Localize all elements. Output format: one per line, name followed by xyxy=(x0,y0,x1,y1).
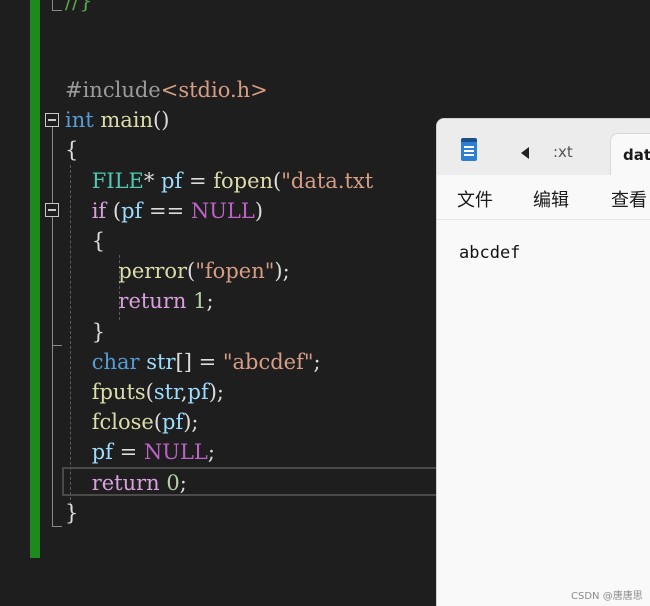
fold-line-top xyxy=(52,0,53,10)
code-line: } xyxy=(65,317,105,347)
code-token: pf xyxy=(187,380,209,404)
code-token: fclose xyxy=(91,410,154,434)
code-token: int xyxy=(65,108,101,132)
code-token: pf xyxy=(121,199,143,223)
menu-file[interactable]: 文件 xyxy=(457,186,493,212)
code-line: char str[] = "abcdef"; xyxy=(65,347,321,377)
code-token: str xyxy=(146,350,176,374)
code-token: "data.txt xyxy=(281,169,374,193)
code-token: } xyxy=(65,501,79,525)
collapse-if-icon[interactable] xyxy=(45,203,59,217)
code-token: ( xyxy=(273,169,282,193)
code-line: } xyxy=(65,498,78,528)
code-token: NULL xyxy=(190,199,255,223)
code-line: { xyxy=(65,135,78,165)
code-line: perror("fopen"); xyxy=(65,256,290,286)
code-token: NULL xyxy=(143,440,208,464)
code-token: ); xyxy=(208,380,225,404)
code-line: { xyxy=(65,226,105,256)
code-token: return xyxy=(118,289,187,313)
fold-line-if-end xyxy=(52,345,62,346)
code-token: pf xyxy=(91,440,113,464)
code-token: ; xyxy=(313,350,321,374)
code-line: fputs(str,pf); xyxy=(65,377,224,407)
code-line: return 0; xyxy=(65,468,187,498)
fold-line-main-end xyxy=(52,526,62,527)
code-token: ( xyxy=(106,199,122,223)
code-token: = xyxy=(112,440,144,464)
code-token: fputs xyxy=(91,380,146,404)
code-token: [] = xyxy=(175,350,223,374)
code-line: return 1; xyxy=(65,286,214,316)
code-token: #include xyxy=(65,78,161,102)
code-line: pf = NULL; xyxy=(65,437,215,467)
code-token: ); xyxy=(274,259,290,283)
code-token: fopen xyxy=(213,169,274,193)
notepad-menubar: 文件 编辑 查看 xyxy=(437,175,650,220)
code-token: "abcdef" xyxy=(222,350,314,374)
code-line: fclose(pf); xyxy=(65,407,199,437)
tab-data[interactable]: data xyxy=(610,133,650,176)
code-token: = xyxy=(182,169,214,193)
code-token: , xyxy=(180,380,188,404)
code-token: if xyxy=(91,199,107,223)
notepad-icon xyxy=(461,138,477,161)
code-token: == xyxy=(142,199,191,223)
code-token: ( xyxy=(153,410,163,434)
code-token: perror xyxy=(118,259,188,283)
code-token: str xyxy=(153,380,181,404)
fold-line-if xyxy=(52,217,53,345)
code-line: FILE* pf = fopen("data.txt xyxy=(65,166,374,196)
code-token: } xyxy=(65,320,106,344)
tab-data-label: data xyxy=(623,146,650,164)
comment-fragment: //} xyxy=(65,0,93,13)
code-token: 0 xyxy=(166,471,180,495)
code-token: "fopen" xyxy=(195,259,275,283)
code-token: * xyxy=(143,169,162,193)
menu-edit[interactable]: 编辑 xyxy=(533,186,569,212)
code-token: 1 xyxy=(193,289,207,313)
code-token: char xyxy=(91,350,140,374)
code-token: { xyxy=(65,138,79,162)
code-token: () xyxy=(153,108,170,132)
code-token: FILE xyxy=(91,169,144,193)
code-token: ; xyxy=(207,440,215,464)
code-token: pf xyxy=(162,410,184,434)
tab-txt[interactable]: :xt xyxy=(553,143,573,161)
collapse-main-icon[interactable] xyxy=(45,113,59,127)
watermark: CSDN @唐唐思 xyxy=(571,591,643,602)
code-token: ; xyxy=(179,471,187,495)
code-token: return xyxy=(91,471,160,495)
code-line: int main() xyxy=(65,105,169,135)
code-token: ); xyxy=(183,410,199,434)
notepad-text-area[interactable]: abcdef xyxy=(459,243,520,263)
code-token: { xyxy=(65,229,106,253)
notepad-titlebar[interactable]: :xt data xyxy=(437,119,650,176)
code-token: <stdio.h> xyxy=(160,78,268,102)
code-token: ; xyxy=(206,289,214,313)
chevron-left-icon[interactable] xyxy=(521,147,529,159)
code-line: #include<stdio.h> xyxy=(65,75,268,105)
code-line: if (pf == NULL) xyxy=(65,196,263,226)
code-token: main xyxy=(100,108,154,132)
change-indicator-bar xyxy=(30,0,40,558)
code-token: ( xyxy=(145,380,154,404)
notepad-window[interactable]: :xt data 文件 编辑 查看 abcdef xyxy=(436,118,650,606)
code-fragment-top: //} xyxy=(65,0,93,16)
fold-line-top-end xyxy=(52,10,62,11)
code-token: pf xyxy=(161,169,183,193)
code-token: ) xyxy=(254,199,264,223)
menu-view[interactable]: 查看 xyxy=(611,186,647,212)
